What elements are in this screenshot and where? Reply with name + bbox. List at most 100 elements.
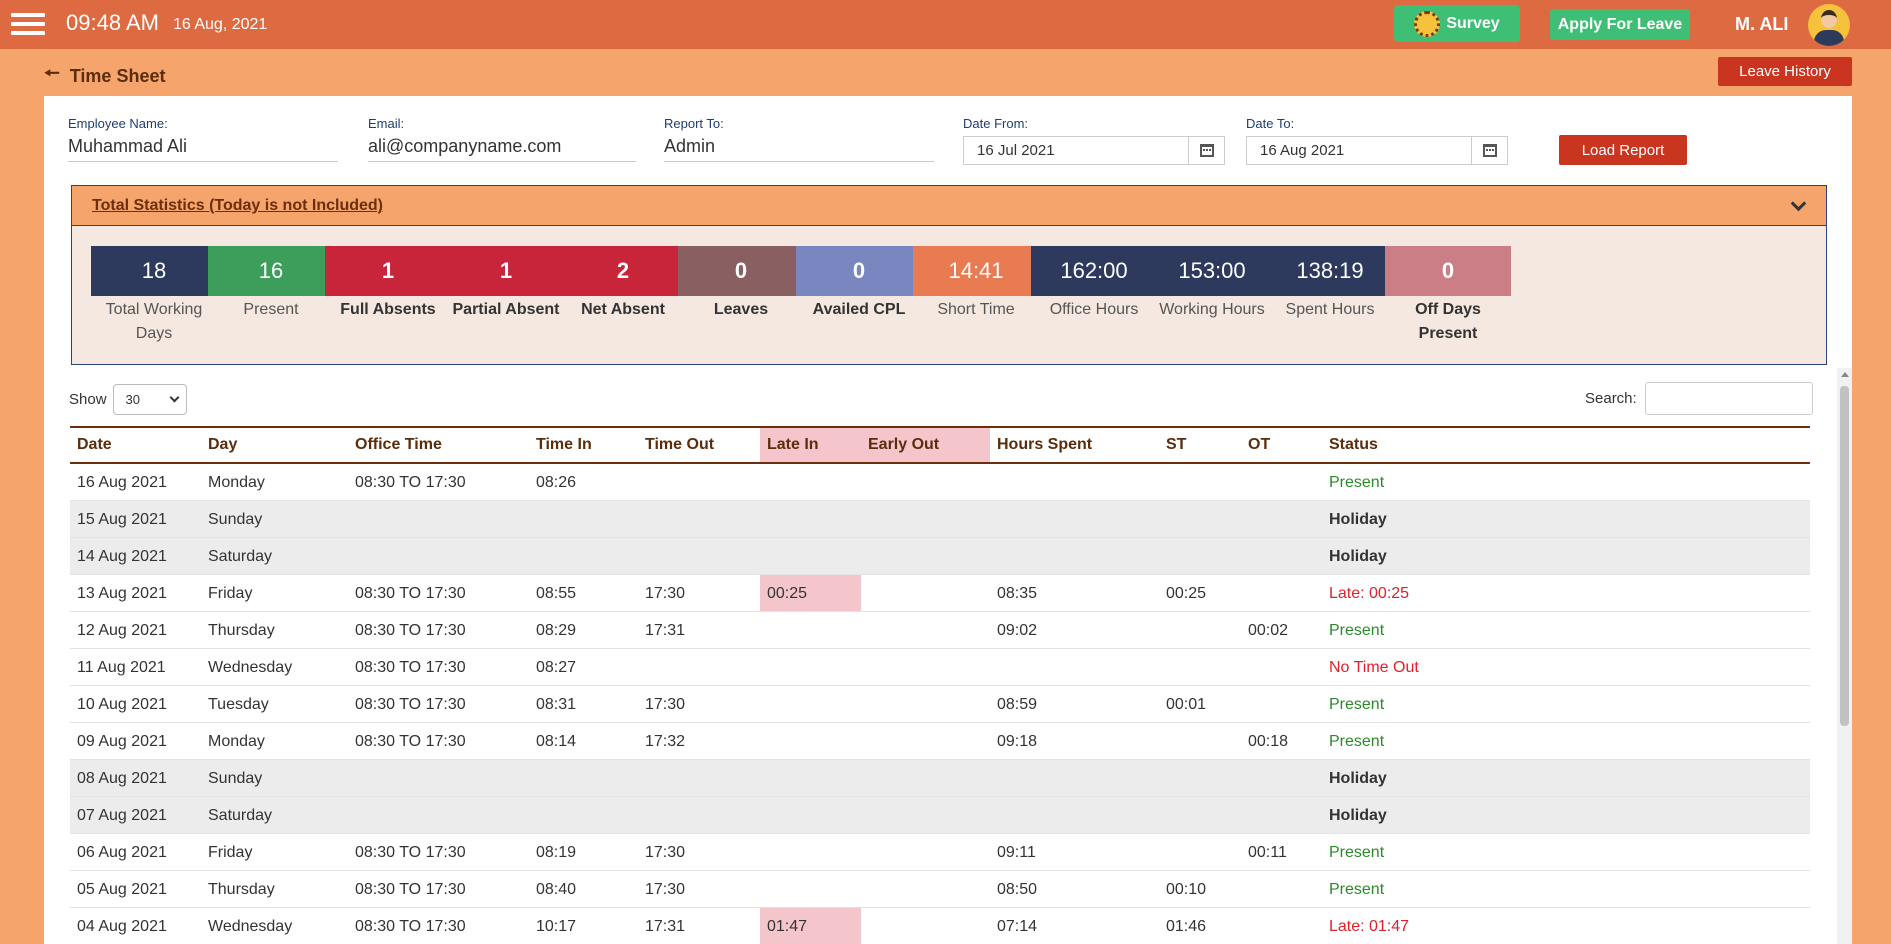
cell-st: 00:25 xyxy=(1166,585,1207,602)
page-size-control: Show 30 xyxy=(69,384,187,415)
statistics-title[interactable]: Total Statistics (Today is not Included) xyxy=(92,197,383,215)
col-hours-spent-header[interactable]: Hours Spent xyxy=(990,428,1159,462)
email-label: Email: xyxy=(368,116,405,131)
cell-status: Late: 01:47 xyxy=(1329,918,1410,935)
col-early-out-header[interactable]: Early Out xyxy=(861,428,990,462)
cell-out xyxy=(638,797,760,833)
col-date-header[interactable]: Date xyxy=(70,428,201,462)
cell-late xyxy=(760,723,861,759)
stat-label: Present xyxy=(243,301,299,318)
cell-date: 10 Aug 2021 xyxy=(77,696,167,713)
cell-day: Wednesday xyxy=(208,659,293,676)
avatar[interactable] xyxy=(1808,4,1850,46)
col-time-out-header[interactable]: Time Out xyxy=(638,428,760,462)
cell-out xyxy=(638,501,760,537)
cell-out: 17:32 xyxy=(645,733,686,750)
stat-value: 162:00 xyxy=(1031,246,1157,296)
cell-out: 17:31 xyxy=(645,918,686,935)
table-row: 14 Aug 2021 Saturday Holiday xyxy=(70,538,1810,575)
scroll-up-icon[interactable] xyxy=(1841,372,1849,377)
statistics-header[interactable]: Total Statistics (Today is not Included) xyxy=(72,186,1826,226)
cell-day: Sunday xyxy=(208,770,263,787)
stat-label: Leaves xyxy=(713,301,769,318)
cell-st xyxy=(1159,464,1241,500)
cell-office: 08:30 TO 17:30 xyxy=(355,696,466,713)
survey-button[interactable]: Survey xyxy=(1394,5,1520,42)
cell-hours xyxy=(990,760,1159,796)
table-search: Search: xyxy=(1585,382,1813,415)
cell-status: Present xyxy=(1329,844,1385,861)
col-day-header[interactable]: Day xyxy=(201,428,348,462)
cell-early xyxy=(861,538,990,574)
cell-late xyxy=(760,760,861,796)
cell-in: 08:29 xyxy=(536,622,577,639)
stat-value: 18 xyxy=(91,246,217,296)
chevron-down-icon[interactable] xyxy=(1790,195,1807,212)
cell-office xyxy=(348,501,529,537)
statistics-panel: Total Statistics (Today is not Included)… xyxy=(71,185,1827,365)
clock-time: 09:48 AM xyxy=(66,10,159,35)
apply-for-leave-button[interactable]: Apply For Leave xyxy=(1550,9,1690,40)
cell-early xyxy=(861,723,990,759)
cell-status: Present xyxy=(1329,474,1385,491)
col-office-time-header[interactable]: Office Time xyxy=(348,428,529,462)
stat-tile: 138:19 Spent Hours xyxy=(1267,246,1393,322)
load-report-button[interactable]: Load Report xyxy=(1559,135,1687,165)
cell-late xyxy=(760,649,861,685)
stat-tile: 14:41 Short Time xyxy=(913,246,1039,322)
hamburger-menu-icon[interactable] xyxy=(11,13,45,35)
cell-hours xyxy=(990,797,1159,833)
calendar-icon xyxy=(1482,144,1497,157)
survey-label: Survey xyxy=(1446,14,1500,32)
stat-value: 0 xyxy=(678,246,804,296)
scrollbar-thumb[interactable] xyxy=(1840,386,1849,726)
date-to-calendar-button[interactable] xyxy=(1471,137,1507,164)
cell-date: 12 Aug 2021 xyxy=(77,622,167,639)
employee-name-label: Employee Name: xyxy=(68,116,168,131)
main-panel: Employee Name: Muhammad Ali Email: ali@c… xyxy=(44,96,1852,944)
cell-ot xyxy=(1241,686,1322,722)
back-arrow-icon[interactable]: 🠔 xyxy=(44,61,60,91)
cell-office: 08:30 TO 17:30 xyxy=(355,474,466,491)
col-time-in-header[interactable]: Time In xyxy=(529,428,638,462)
cell-status: Present xyxy=(1329,733,1385,750)
cell-out: 17:31 xyxy=(645,622,686,639)
cell-in: 08:40 xyxy=(536,881,577,898)
col-late-in-header[interactable]: Late In xyxy=(760,428,861,462)
cell-ot xyxy=(1241,871,1322,907)
cell-early xyxy=(861,649,990,685)
leave-history-button[interactable]: Leave History xyxy=(1718,57,1852,86)
search-input[interactable] xyxy=(1644,382,1813,415)
stat-value: 0 xyxy=(796,246,922,296)
col-status-header[interactable]: Status xyxy=(1322,428,1462,462)
table-row: 15 Aug 2021 Sunday Holiday xyxy=(70,501,1810,538)
table-row: 13 Aug 2021 Friday 08:30 TO 17:30 08:55 17:3… xyxy=(70,575,1810,612)
cell-status: Holiday xyxy=(1329,770,1387,787)
stat-label: Working Hours xyxy=(1159,301,1265,318)
cell-in: 08:27 xyxy=(536,659,577,676)
scrollbar[interactable] xyxy=(1837,368,1852,944)
cell-st xyxy=(1159,612,1241,648)
cell-out xyxy=(638,760,760,796)
col-st-header[interactable]: ST xyxy=(1159,428,1241,462)
cell-day: Wednesday xyxy=(208,918,293,935)
stat-label: Spent Hours xyxy=(1285,301,1375,318)
date-from-input[interactable]: 16 Jul 2021 xyxy=(963,136,1225,165)
date-from-calendar-button[interactable] xyxy=(1188,137,1224,164)
date-to-input[interactable]: 16 Aug 2021 xyxy=(1246,136,1508,165)
col-ot-header[interactable]: OT xyxy=(1241,428,1322,462)
cell-hours xyxy=(990,649,1159,685)
page-header: 🠔 Time Sheet xyxy=(44,61,165,91)
email-field: Email: ali@companyname.com xyxy=(368,116,636,162)
cell-early xyxy=(861,686,990,722)
cell-out xyxy=(638,538,760,574)
cell-date: 13 Aug 2021 xyxy=(77,585,167,602)
page-size-select[interactable]: 30 xyxy=(112,384,187,415)
stat-label: Full Absents xyxy=(340,301,436,318)
user-name[interactable]: M. ALI xyxy=(1735,14,1788,35)
cell-date: 08 Aug 2021 xyxy=(77,770,167,787)
cell-office: 08:30 TO 17:30 xyxy=(355,585,466,602)
cell-status: No Time Out xyxy=(1329,659,1419,676)
cell-in: 08:31 xyxy=(536,696,577,713)
calendar-icon xyxy=(1199,144,1214,157)
